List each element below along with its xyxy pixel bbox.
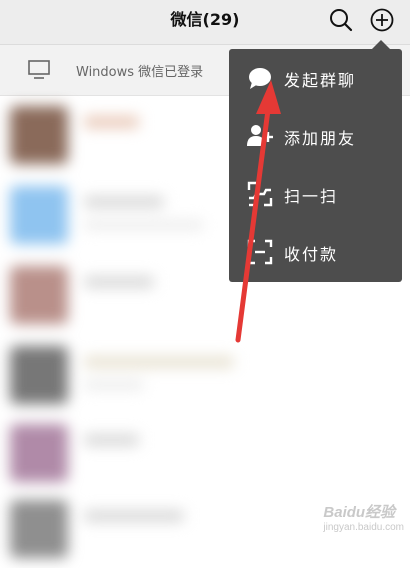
- payment-scan-icon: [247, 239, 273, 265]
- menu-item-scan[interactable]: 扫一扫: [229, 165, 402, 223]
- desktop-monitor-icon: [28, 60, 50, 79]
- baidu-watermark: Baidu经验 jingyan.baidu.com: [323, 501, 404, 533]
- watermark-site: Baidu经验: [323, 504, 396, 521]
- menu-item-label: 添加朋友: [284, 129, 357, 148]
- plus-circle-icon[interactable]: [368, 6, 396, 34]
- chat-avatar: [10, 106, 68, 164]
- chat-avatar: [10, 424, 68, 482]
- chat-row[interactable]: [0, 414, 410, 492]
- menu-item-start-group-chat[interactable]: 发起群聊: [229, 49, 402, 107]
- top-bar: 微信(29): [0, 0, 410, 45]
- add-friend-icon: [247, 125, 273, 146]
- scan-icon: [247, 181, 273, 207]
- chat-avatar: [10, 500, 68, 558]
- watermark-sub: jingyan.baidu.com: [323, 522, 404, 533]
- menu-item-label: 收付款: [284, 245, 339, 264]
- chat-row[interactable]: [0, 336, 410, 414]
- chat-bubble-icon: [249, 68, 271, 89]
- popup-caret: [372, 40, 390, 49]
- menu-item-label: 发起群聊: [284, 71, 357, 90]
- chat-avatar: [10, 346, 68, 404]
- plus-popup-menu: 发起群聊 添加朋友 扫一扫 收付款: [229, 49, 402, 282]
- menu-item-money[interactable]: 收付款: [229, 223, 402, 281]
- menu-item-add-friend[interactable]: 添加朋友: [229, 107, 402, 165]
- search-icon[interactable]: [327, 6, 355, 34]
- login-status-text: Windows 微信已登录: [76, 65, 204, 80]
- chat-avatar: [10, 266, 68, 324]
- menu-item-label: 扫一扫: [284, 187, 339, 206]
- chat-avatar: [10, 186, 68, 244]
